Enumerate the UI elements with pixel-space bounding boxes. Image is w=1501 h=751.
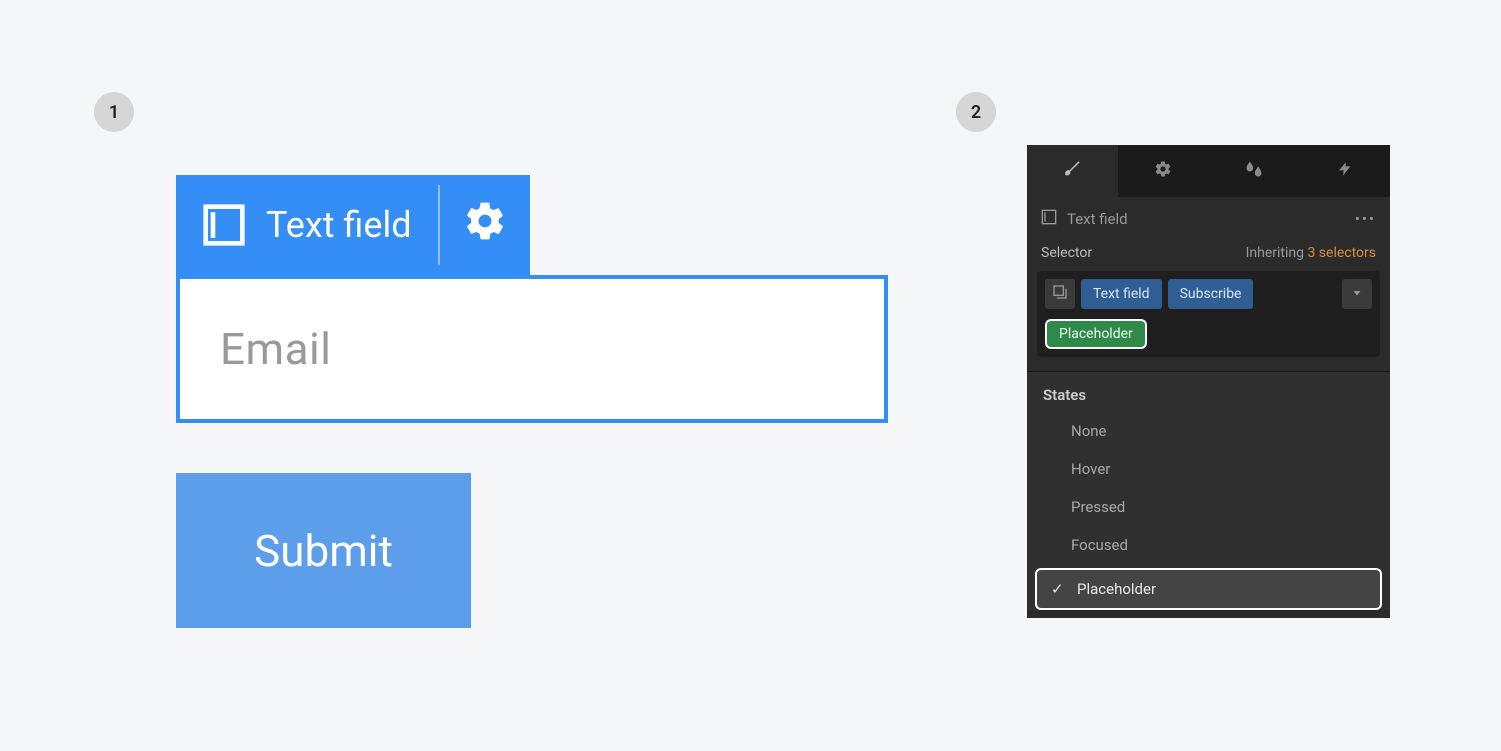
chip-label: Placeholder	[1059, 326, 1133, 342]
state-option-pressed[interactable]: Pressed	[1027, 488, 1390, 526]
caret-down-icon	[1351, 285, 1363, 303]
state-chip-placeholder[interactable]: Placeholder	[1045, 319, 1147, 349]
chip-label: Subscribe	[1180, 286, 1242, 302]
brush-icon	[1062, 159, 1082, 183]
tab-style[interactable]	[1027, 145, 1118, 197]
state-option-focused[interactable]: Focused	[1027, 526, 1390, 564]
step-badge-2: 2	[956, 92, 996, 132]
canvas-area: Text field Email Submit	[176, 175, 888, 628]
panel-tabs	[1027, 145, 1390, 197]
gear-icon	[1154, 160, 1172, 182]
state-option-hover[interactable]: Hover	[1027, 450, 1390, 488]
gear-icon	[463, 199, 507, 252]
submit-button-label: Submit	[254, 525, 393, 577]
inheriting-info[interactable]: Inheriting 3 selectors	[1246, 245, 1376, 261]
email-placeholder: Email	[220, 323, 331, 375]
text-field-icon	[1041, 209, 1057, 229]
state-option-placeholder[interactable]: Placeholder	[1035, 568, 1382, 610]
email-field[interactable]: Email	[176, 275, 888, 423]
selector-input[interactable]: Text field Subscribe Placeholder	[1037, 271, 1380, 357]
class-chip-subscribe[interactable]: Subscribe	[1168, 279, 1254, 309]
panel-element-row: Text field •••	[1027, 197, 1390, 241]
selector-label: Selector	[1041, 245, 1092, 261]
states-dropdown: States None Hover Pressed Focused Placeh…	[1027, 371, 1390, 610]
class-chip-textfield[interactable]: Text field	[1081, 279, 1162, 309]
more-icon[interactable]: •••	[1355, 210, 1376, 228]
text-field-icon	[202, 203, 246, 247]
tab-interactions[interactable]	[1299, 145, 1390, 197]
element-tag-label: Text field	[266, 204, 412, 246]
inheriting-count: 3 selectors	[1307, 245, 1376, 261]
element-selection-tag[interactable]: Text field	[176, 175, 530, 275]
tab-settings[interactable]	[1118, 145, 1209, 197]
chip-label: Text field	[1093, 286, 1150, 302]
state-dropdown-button[interactable]	[1342, 279, 1372, 309]
tab-effects[interactable]	[1209, 145, 1300, 197]
element-tag-main[interactable]: Text field	[176, 175, 438, 275]
droplets-icon	[1244, 159, 1264, 183]
states-header: States	[1027, 372, 1390, 412]
selector-scope-button[interactable]	[1045, 279, 1075, 309]
element-settings-button[interactable]	[440, 175, 530, 275]
submit-button[interactable]: Submit	[176, 473, 471, 628]
layers-icon	[1052, 284, 1068, 304]
bolt-icon	[1337, 159, 1353, 183]
panel-element-label: Text field	[1067, 210, 1128, 228]
inheriting-label: Inheriting	[1246, 245, 1304, 261]
state-option-none[interactable]: None	[1027, 412, 1390, 450]
step-badge-1: 1	[94, 92, 134, 132]
selector-header: Selector Inheriting 3 selectors	[1027, 241, 1390, 271]
style-panel: Text field ••• Selector Inheriting 3 sel…	[1027, 145, 1390, 618]
